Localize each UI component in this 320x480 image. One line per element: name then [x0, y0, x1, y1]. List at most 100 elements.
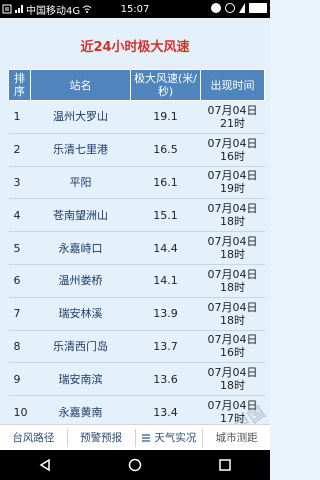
cell-station: 瑞安林溪	[30, 297, 131, 331]
home-icon	[128, 458, 142, 472]
cell-rank: 2	[8, 133, 31, 167]
status-bar: 中国移动4G 15:07	[0, 0, 270, 18]
bottom-tab-bar: 台风路径 预警预报 天气实况 城市测距	[0, 424, 270, 450]
table-row: 8 乐清西门岛 13.7 07月04日 16时	[8, 330, 265, 364]
cell-station: 乐清西门岛	[30, 330, 131, 364]
table-row: 6 温州娄桥 14.1 07月04日 18时	[8, 264, 265, 298]
recent-apps-button[interactable]	[216, 456, 234, 474]
main-content: 近24小时极大风速 排序 站名 极大风速(米/秒) 出现时间 1 温州大罗山 19.…	[0, 18, 270, 424]
home-button[interactable]	[126, 456, 144, 474]
cell-time: 07月04日 17时	[200, 395, 265, 424]
cell-speed: 14.4	[130, 231, 201, 265]
notification-icon	[2, 4, 12, 14]
cell-hour: 18时	[220, 379, 245, 393]
cell-rank: 8	[8, 330, 31, 364]
cell-hour: 17时	[220, 412, 245, 424]
tab-typhoon-path[interactable]: 台风路径	[0, 428, 68, 447]
cellular-icon	[239, 3, 245, 13]
cell-rank: 3	[8, 166, 31, 200]
tab-weather-live[interactable]: 天气实况	[136, 428, 204, 447]
cell-time: 07月04日 18时	[200, 362, 265, 397]
table-row: 10 永嘉黄南 13.4 07月04日 17时	[8, 395, 265, 424]
navigation-bar	[0, 450, 270, 480]
table-row: 5 永嘉峙口 14.4 07月04日 18时	[8, 231, 265, 265]
page-title: 近24小时极大风速	[80, 40, 190, 55]
table-row: 4 苍南望洲山 15.1 07月04日 18时	[8, 198, 265, 233]
cell-rank: 1	[8, 100, 31, 134]
cell-hour: 18时	[220, 313, 245, 327]
carrier-label: 中国移动4G	[26, 5, 81, 17]
cell-station: 温州大罗山	[30, 100, 131, 134]
cell-station: 苍南望洲山	[30, 198, 131, 233]
table-row: 3 平阳 16.1 07月04日 19时	[8, 166, 265, 200]
cell-hour: 18时	[220, 248, 245, 262]
cell-date: 07月04日	[207, 366, 258, 380]
cell-rank: 10	[8, 395, 31, 424]
cell-hour: 21时	[220, 116, 245, 130]
status-right	[211, 3, 267, 13]
cell-speed: 15.1	[130, 198, 201, 233]
cell-date: 07月04日	[207, 235, 258, 249]
cell-speed: 13.4	[130, 395, 201, 424]
cell-speed: 16.1	[130, 166, 201, 200]
cell-hour: 18时	[220, 215, 245, 229]
signal-icon	[15, 5, 23, 13]
tab-weather-live-label: 天气实况	[154, 431, 197, 444]
cell-time: 07月04日 19时	[200, 166, 265, 200]
cell-station: 温州娄桥	[30, 264, 131, 298]
cell-rank: 7	[8, 297, 31, 331]
cell-time: 07月04日 18时	[200, 198, 265, 233]
cell-station: 平阳	[30, 166, 131, 200]
cell-hour: 18时	[220, 280, 245, 294]
cell-speed: 13.9	[130, 297, 201, 331]
header-rank: 排序	[8, 69, 31, 101]
cell-time: 07月04日 16时	[200, 133, 265, 167]
wifi-icon	[82, 5, 92, 13]
tab-city-distance[interactable]: 城市测距	[203, 429, 270, 447]
cell-station: 永嘉黄南	[30, 395, 131, 424]
table-row: 7 瑞安林溪 13.9 07月04日 18时	[8, 297, 265, 331]
cell-speed: 13.7	[130, 330, 201, 364]
cell-date: 07月04日	[207, 333, 258, 347]
cell-time: 07月04日 18时	[200, 231, 265, 265]
cell-date: 07月04日	[207, 103, 258, 117]
sync-icon	[225, 3, 235, 13]
cell-time: 07月04日 16时	[200, 330, 265, 364]
cell-hour: 16时	[220, 346, 245, 360]
cell-hour: 16时	[220, 149, 245, 163]
wind-table: 排序 站名 极大风速(米/秒) 出现时间 1 温州大罗山 19.1 07月04日 21时…	[8, 69, 265, 424]
cell-rank: 6	[8, 264, 31, 298]
cell-speed: 19.1	[130, 100, 201, 134]
cell-time: 07月04日 21时	[200, 100, 265, 134]
alarm-icon	[211, 3, 221, 13]
menu-icon	[142, 433, 151, 442]
back-button[interactable]	[36, 456, 54, 474]
cell-speed: 14.1	[130, 264, 201, 298]
cell-date: 07月04日	[207, 169, 258, 183]
status-left: 中国移动4G	[0, 2, 110, 17]
battery-icon	[249, 3, 267, 13]
cell-station: 永嘉峙口	[30, 231, 131, 265]
cell-speed: 13.6	[130, 362, 201, 397]
header-station: 站名	[30, 69, 131, 101]
recent-apps-icon	[219, 459, 231, 471]
table-row: 2 乐清七里港 16.5 07月04日 16时	[8, 133, 265, 167]
cell-date: 07月04日	[207, 399, 258, 413]
cell-time: 07月04日 18时	[200, 264, 265, 298]
header-speed: 极大风速(米/秒)	[130, 69, 201, 101]
cell-date: 07月04日	[207, 136, 258, 150]
cell-date: 07月04日	[207, 202, 258, 216]
cell-time: 07月04日 18时	[200, 297, 265, 331]
tab-warning-forecast[interactable]: 预警预报	[68, 428, 136, 447]
header-time: 出现时间	[200, 69, 265, 101]
cell-speed: 16.5	[130, 133, 201, 167]
cell-rank: 9	[8, 362, 31, 397]
cell-date: 07月04日	[207, 267, 258, 281]
cell-station: 乐清七里港	[30, 133, 131, 167]
table-header-row: 排序 站名 极大风速(米/秒) 出现时间	[8, 69, 265, 101]
table-row: 1 温州大罗山 19.1 07月04日 21时	[8, 100, 265, 134]
table-row: 9 瑞安南滨 13.6 07月04日 18时	[8, 362, 265, 397]
cell-rank: 5	[8, 231, 31, 265]
cell-rank: 4	[8, 198, 31, 233]
cell-hour: 19时	[220, 182, 245, 196]
